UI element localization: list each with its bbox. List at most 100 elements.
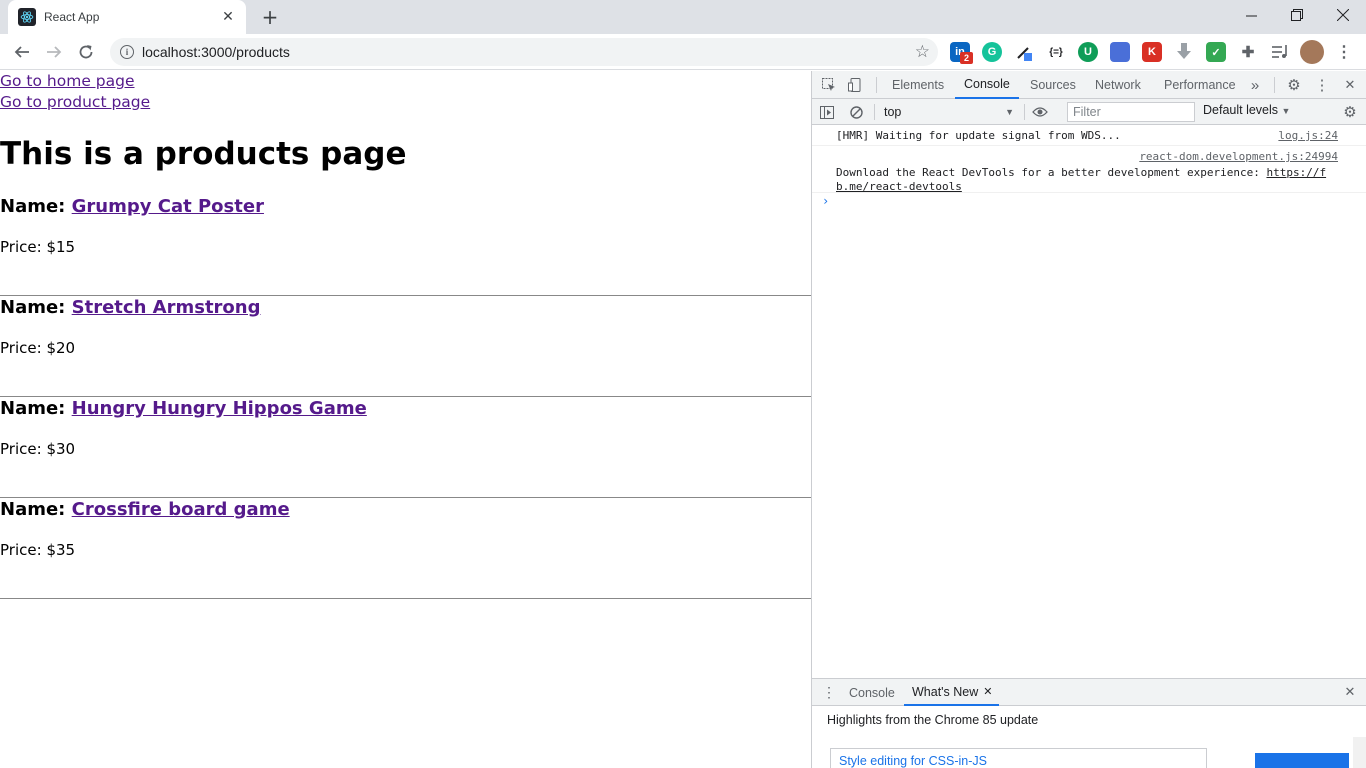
product-page-link[interactable]: Go to product page — [0, 92, 811, 113]
inspect-element-icon[interactable] — [820, 76, 838, 94]
extension-badge: 2 — [960, 52, 973, 64]
context-value: top — [884, 105, 902, 119]
context-select[interactable]: top ▼ — [884, 103, 1014, 121]
console-log-entry: [HMR] Waiting for update signal from WDS… — [812, 125, 1366, 146]
console-settings-gear-icon[interactable]: ⚙ — [1341, 103, 1359, 121]
log-source-link[interactable]: react-dom.development.js:24994 — [1139, 150, 1338, 164]
browser-toolbar: i localhost:3000/products ☆ in 2 G {=} U… — [0, 34, 1366, 70]
bookmark-star-icon[interactable]: ☆ — [915, 42, 930, 62]
drawer-tabbar: ⋮ Console What's New ✕ ✕ — [812, 679, 1366, 706]
drawer-scrollbar[interactable] — [1353, 737, 1366, 768]
page-title: This is a products page — [0, 136, 407, 172]
product-price: $20 — [46, 339, 76, 357]
gear-icon[interactable]: ⚙ — [1285, 76, 1303, 94]
tab-elements[interactable]: Elements — [892, 71, 944, 99]
restore-icon — [1291, 9, 1303, 21]
price-label: Price: — [0, 440, 42, 458]
console-log-entry: react-dom.development.js:24994 Download … — [812, 146, 1366, 193]
name-label: Name: — [0, 499, 66, 520]
tab-performance[interactable]: Performance — [1164, 71, 1236, 99]
new-tab-button[interactable]: + — [258, 5, 282, 29]
kebab-menu-icon[interactable]: ⋮ — [1313, 76, 1331, 94]
eye-icon[interactable] — [1031, 103, 1049, 121]
product-link[interactable]: Stretch Armstrong — [72, 297, 261, 318]
back-button[interactable] — [9, 39, 35, 65]
log-source-link[interactable]: log.js:24 — [1278, 129, 1338, 143]
puzzle-icon[interactable]: ✚ — [1238, 42, 1258, 62]
tab-sources[interactable]: Sources — [1030, 71, 1076, 99]
close-window-button[interactable] — [1320, 0, 1366, 30]
reload-button[interactable] — [73, 39, 99, 65]
profile-avatar[interactable] — [1300, 40, 1324, 64]
forward-button[interactable] — [41, 39, 67, 65]
product-price-row: Price: $15 — [0, 238, 75, 256]
filter-placeholder: Filter — [1073, 105, 1101, 119]
restore-button[interactable] — [1274, 0, 1320, 30]
product-price-row: Price: $30 — [0, 440, 75, 458]
product-name-row: Name: Grumpy Cat Poster — [0, 195, 264, 219]
console-prompt-icon[interactable]: › — [822, 194, 829, 208]
mail-extension-icon[interactable]: ✓ — [1206, 42, 1226, 62]
drawer-tab-label: What's New — [912, 684, 979, 699]
devtools-tabbar: Elements Console Sources Network Perform… — [812, 71, 1366, 99]
page-content: Go to home page Go to product page This … — [0, 71, 811, 768]
grammarly-extension-icon[interactable]: G — [982, 42, 1002, 62]
browser-tab[interactable]: React App ✕ — [8, 0, 246, 34]
minimize-button[interactable] — [1228, 0, 1274, 30]
arrow-right-icon — [47, 46, 62, 58]
product-price-row: Price: $20 — [0, 339, 75, 357]
product-name-row: Name: Crossfire board game — [0, 498, 290, 522]
reload-icon — [79, 45, 93, 59]
name-label: Name: — [0, 398, 66, 419]
url-text[interactable]: localhost:3000/products — [142, 44, 915, 60]
name-label: Name: — [0, 297, 66, 318]
tab-title: React App — [44, 10, 100, 24]
product-list: Name: Grumpy Cat Poster Price: $15 Name:… — [0, 195, 811, 599]
device-toolbar-icon[interactable] — [846, 76, 864, 94]
tab-network[interactable]: Network — [1095, 71, 1141, 99]
price-label: Price: — [0, 238, 42, 256]
devtools-panel: Elements Console Sources Network Perform… — [811, 71, 1366, 768]
video-thumbnail[interactable] — [1255, 753, 1349, 768]
drawer-tab-console[interactable]: Console — [849, 679, 895, 706]
product-link[interactable]: Grumpy Cat Poster — [72, 196, 264, 217]
close-devtools-icon[interactable]: ✕ — [1341, 76, 1359, 94]
close-drawer-icon[interactable]: ✕ — [1341, 683, 1359, 701]
filter-input[interactable]: Filter — [1067, 102, 1195, 122]
product-link[interactable]: Crossfire board game — [72, 499, 290, 520]
more-menu-icon[interactable]: ⋮ — [1334, 42, 1354, 62]
tab-close-icon[interactable]: ✕ — [220, 9, 236, 25]
media-control-icon[interactable] — [1270, 42, 1290, 62]
product-item: Name: Hungry Hungry Hippos Game Price: $… — [0, 397, 811, 498]
close-tab-icon[interactable]: ✕ — [983, 685, 992, 698]
drawer-tab-whats-new[interactable]: What's New ✕ — [904, 679, 999, 706]
whats-new-card[interactable]: Style editing for CSS-in-JS — [830, 748, 1207, 768]
dropdown-arrow-icon: ▼ — [1005, 107, 1014, 117]
tab-strip: React App ✕ + — [0, 0, 1366, 34]
drawer-menu-icon[interactable]: ⋮ — [820, 683, 838, 701]
product-item: Name: Crossfire board game Price: $35 — [0, 498, 811, 599]
linkedin-extension-icon[interactable]: in 2 — [950, 42, 973, 64]
address-bar[interactable]: i localhost:3000/products ☆ — [110, 38, 938, 66]
json-extension-icon[interactable]: {=} — [1046, 42, 1066, 62]
drawer-heading: Highlights from the Chrome 85 update — [827, 713, 1039, 727]
sidebar-toggle-icon[interactable] — [818, 103, 836, 121]
product-link[interactable]: Hungry Hungry Hippos Game — [72, 398, 367, 419]
react-icon — [18, 8, 36, 26]
shield-extension-icon[interactable]: K — [1142, 42, 1162, 62]
product-name-row: Name: Stretch Armstrong — [0, 296, 261, 320]
log-levels-dropdown[interactable]: Default levels ▼ — [1203, 103, 1290, 117]
clear-console-icon[interactable] — [847, 103, 865, 121]
product-price-row: Price: $35 — [0, 541, 75, 559]
info-icon[interactable]: i — [120, 45, 134, 59]
download-extension-icon[interactable] — [1174, 42, 1194, 62]
product-price: $15 — [46, 238, 76, 256]
home-page-link[interactable]: Go to home page — [0, 71, 811, 92]
arrow-left-icon — [14, 46, 29, 58]
ublock-extension-icon[interactable]: U — [1078, 42, 1098, 62]
name-label: Name: — [0, 196, 66, 217]
wallet-extension-icon[interactable] — [1110, 42, 1130, 62]
eyedropper-extension-icon[interactable] — [1014, 42, 1034, 62]
more-tabs-icon[interactable]: » — [1246, 76, 1264, 94]
tab-console[interactable]: Console — [955, 71, 1019, 99]
